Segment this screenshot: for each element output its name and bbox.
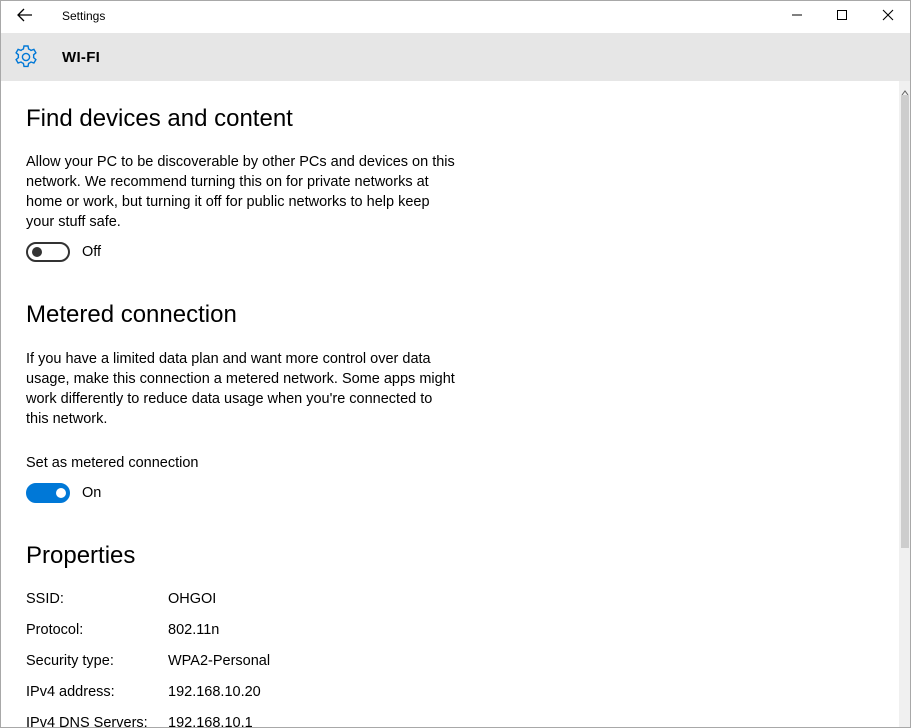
scroll-up-arrow-icon[interactable] bbox=[901, 84, 909, 96]
property-value: WPA2-Personal bbox=[168, 653, 271, 669]
toggle-knob bbox=[56, 488, 66, 498]
title-bar: Settings bbox=[1, 1, 910, 33]
page-title: WI-FI bbox=[62, 49, 101, 66]
property-row-protocol: Protocol: 802.11n bbox=[26, 622, 426, 642]
back-button[interactable] bbox=[9, 3, 41, 31]
property-row-ssid: SSID: OHGOI bbox=[26, 591, 426, 611]
property-row-security-type: Security type: WPA2-Personal bbox=[26, 653, 426, 673]
properties-heading: Properties bbox=[26, 542, 136, 569]
property-key: SSID: bbox=[26, 591, 64, 607]
close-icon bbox=[882, 8, 894, 26]
settings-window: Settings WI-FI Find devices and content … bbox=[0, 0, 911, 728]
description-line: your stuff safe. bbox=[26, 214, 121, 230]
metered-description: If you have a limited data plan and want… bbox=[26, 349, 476, 429]
metered-heading: Metered connection bbox=[26, 301, 237, 328]
maximize-icon bbox=[836, 8, 848, 26]
scrollbar-thumb[interactable] bbox=[901, 95, 909, 548]
description-line: network. We recommend turning this on fo… bbox=[26, 174, 429, 190]
property-value: 192.168.10.20 bbox=[168, 684, 261, 700]
property-row-ipv4-dns-servers: IPv4 DNS Servers: 192.168.10.1 bbox=[26, 715, 426, 728]
gear-icon bbox=[13, 44, 39, 70]
property-key: IPv4 DNS Servers: bbox=[26, 715, 148, 728]
window-title: Settings bbox=[62, 9, 106, 23]
find-devices-toggle-label: Off bbox=[82, 244, 102, 260]
property-value: 192.168.10.1 bbox=[168, 715, 253, 728]
metered-setting-label: Set as metered connection bbox=[26, 455, 199, 471]
property-key: Security type: bbox=[26, 653, 114, 669]
description-line: this network. bbox=[26, 411, 108, 427]
arrow-left-icon bbox=[17, 8, 33, 27]
description-line: home or work, but turning it off for pub… bbox=[26, 194, 430, 210]
description-line: If you have a limited data plan and want… bbox=[26, 351, 431, 367]
property-key: Protocol: bbox=[26, 622, 84, 638]
description-line: Allow your PC to be discoverable by othe… bbox=[26, 154, 455, 170]
metered-toggle-label: On bbox=[82, 485, 102, 501]
settings-content: Find devices and content Allow your PC t… bbox=[1, 81, 899, 728]
toggle-knob bbox=[32, 247, 42, 257]
find-devices-description: Allow your PC to be discoverable by othe… bbox=[26, 152, 476, 232]
maximize-button[interactable] bbox=[819, 1, 865, 33]
find-devices-toggle[interactable] bbox=[26, 242, 70, 262]
minimize-icon bbox=[791, 8, 803, 26]
close-button[interactable] bbox=[865, 1, 910, 33]
description-line: work differently to reduce data usage wh… bbox=[26, 391, 433, 407]
description-line: usage, make this connection a metered ne… bbox=[26, 371, 455, 387]
vertical-scrollbar[interactable] bbox=[899, 81, 910, 727]
minimize-button[interactable] bbox=[774, 1, 820, 33]
property-key: IPv4 address: bbox=[26, 684, 115, 700]
property-value: 802.11n bbox=[168, 622, 220, 638]
property-value: OHGOI bbox=[168, 591, 217, 607]
metered-toggle[interactable] bbox=[26, 483, 70, 503]
page-header: WI-FI bbox=[1, 33, 910, 81]
property-row-ipv4-address: IPv4 address: 192.168.10.20 bbox=[26, 684, 426, 704]
find-devices-heading: Find devices and content bbox=[26, 105, 293, 132]
